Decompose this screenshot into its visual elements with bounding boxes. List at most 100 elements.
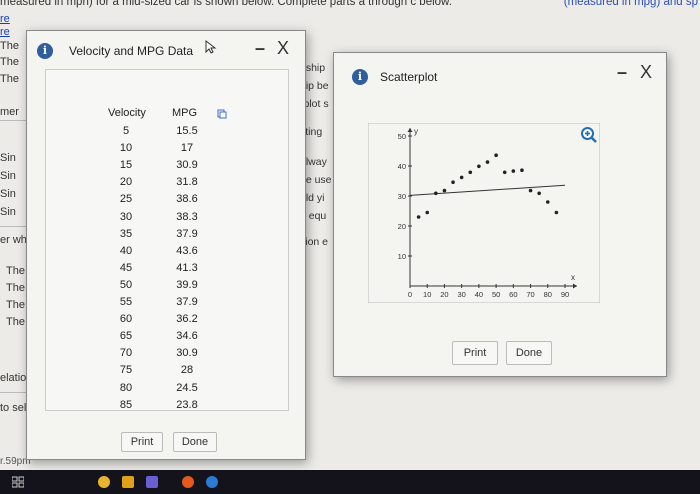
y-tick-label: 10 [398,252,406,261]
velocity-cell: 40 [119,244,133,257]
info-icon: i [37,43,53,59]
minimize-button[interactable]: – [255,39,265,57]
mpg-header: MPG [172,107,198,119]
data-table-panel [45,69,289,411]
x-tick-label: 10 [423,290,431,299]
scatter-point [485,160,490,164]
bg-fragment: The [6,265,25,277]
scatter-point [459,175,464,180]
x-tick-label: 90 [561,290,569,299]
x-tick-label: 20 [440,290,448,299]
y-tick-label: 40 [398,162,406,171]
mpg-cell: 37.9 [176,227,198,240]
velocity-cell: 55 [119,296,133,308]
done-button[interactable]: Done [173,432,217,452]
x-tick-label: 60 [509,290,517,299]
velocity-cell: 5 [122,125,130,137]
velocity-cell: 15 [119,159,133,172]
bg-fragment: Sin [0,152,16,164]
question-text-right: (measured in mpg) and sp [563,0,698,8]
dialog-title: Velocity and MPG Data [69,44,194,58]
bg-fragment: The [0,56,19,68]
scatter-point [494,153,498,157]
scatter-point [468,170,473,175]
zoom-in-icon[interactable] [580,126,598,144]
velocity-cell: 70 [119,347,133,360]
print-button[interactable]: Print [452,341,498,365]
close-button[interactable]: X [277,39,289,57]
mouse-cursor-icon [205,40,217,54]
chart-frame [368,123,600,303]
velocity-cell: 85 [119,398,133,411]
bg-fragment: mer [0,106,19,118]
x-tick-label: 50 [492,290,500,299]
bg-fragment: to sel [0,402,27,414]
velocity-header: Velocity [108,107,146,119]
x-tick-label: 30 [457,290,465,299]
mpg-cell: 15.5 [176,125,198,137]
x-tick-label: 40 [475,290,483,299]
mpg-cell: 24.5 [176,381,198,394]
bg-fragment: Sin [0,206,16,218]
velocity-cell: 60 [119,313,133,326]
y-axis-label: y [414,127,418,136]
velocity-cell: 10 [119,142,133,155]
question-text: measured in mph) for a mid-sized car is … [0,0,452,8]
mpg-cell: 39.9 [176,278,198,291]
mpg-cell: 30.9 [176,347,198,360]
mpg-cell: 36.2 [176,313,198,326]
data-dialog: i Velocity and MPG Data – X Velocity MPG… [26,30,306,460]
velocity-cell: 20 [119,176,133,189]
bg-fragment: elatio [0,372,27,384]
y-tick-label: 20 [398,222,406,231]
scatter-point [451,180,455,184]
app-icon[interactable] [206,476,218,488]
firefox-icon[interactable] [182,476,194,488]
mpg-cell: 43.6 [176,244,198,257]
chrome-icon[interactable] [98,476,110,488]
mpg-cell: 30.9 [176,159,198,172]
folder-icon[interactable] [122,476,134,488]
close-button[interactable]: X [640,63,652,81]
scatter-point [537,191,541,196]
scatter-point [511,169,516,173]
info-icon: i [352,69,368,85]
bg-fragment: Sin [0,188,16,200]
velocity-cell: 45 [119,261,133,274]
velocity-cell: 30 [119,210,133,223]
copy-icon[interactable] [217,109,227,119]
bg-fragment: The [6,299,25,311]
mpg-cell: 31.8 [176,176,198,189]
mpg-cell: 37.9 [176,296,198,308]
task-view-icon[interactable] [12,476,24,488]
done-button[interactable]: Done [506,341,552,365]
bg-link-1[interactable]: re [0,13,10,25]
scatter-point [425,210,430,215]
bg-fragment: The [6,316,25,328]
x-tick-label: 80 [544,290,552,299]
mpg-cell: 28 [180,364,194,377]
velocity-cell: 65 [119,330,133,343]
scatter-point [434,191,438,196]
mpg-cell: 17 [180,142,194,155]
scatter-point [528,188,533,193]
mpg-cell: 38.6 [176,193,198,206]
velocity-cell: 80 [119,381,133,394]
mpg-cell: 38.3 [176,210,198,223]
x-axis-label: x [571,273,575,282]
scatter-point [545,200,550,204]
minimize-button[interactable]: – [617,63,627,81]
print-button[interactable]: Print [121,432,163,452]
velocity-cell: 50 [119,278,133,291]
y-tick-label: 30 [398,192,406,201]
store-icon[interactable] [146,476,158,488]
bg-fragment: The [6,282,25,294]
velocity-cell: 25 [119,193,133,206]
scatterplot-chart: x y 0 10 20 30 40 50 60 70 80 90 10 20 30 40 50 [368,123,600,303]
bg-fragment: er wh [0,234,27,246]
bg-link-2[interactable]: re [0,26,10,38]
scatter-point [554,210,559,215]
scatter-point [416,215,421,219]
scatter-point [442,188,447,193]
taskbar [0,470,700,494]
